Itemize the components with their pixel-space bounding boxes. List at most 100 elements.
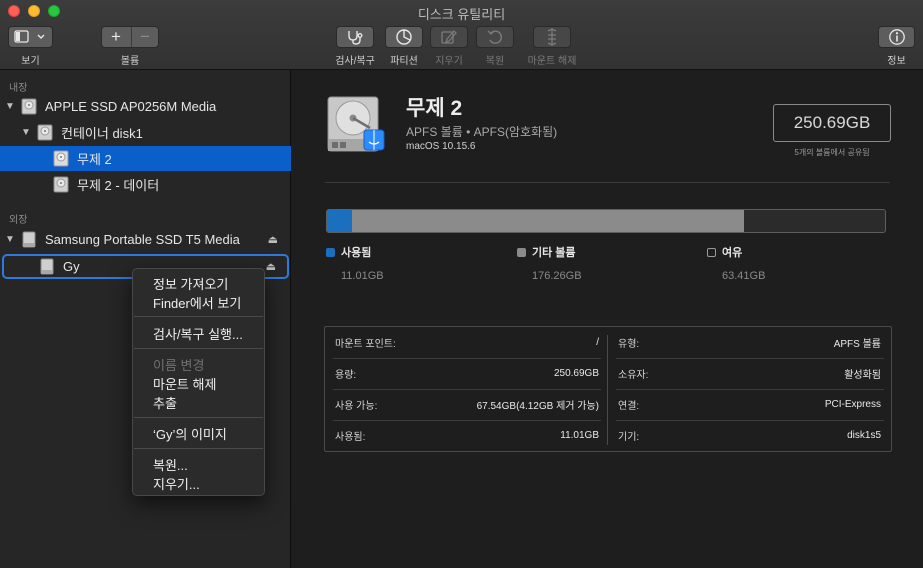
- volume-title: 무제 2: [406, 97, 463, 120]
- volume-os-version: macOS 10.15.6: [406, 141, 476, 152]
- volume-hard-drive-icon: [327, 96, 385, 152]
- legend-other-value: 176.26GB: [532, 270, 582, 282]
- volume-label: 볼륨: [120, 56, 140, 67]
- legend-used-value: 11.01GB: [341, 270, 384, 282]
- view-button[interactable]: [8, 26, 53, 48]
- sidebar-item-untitled-2-data[interactable]: 무제 2 - 데이터: [0, 172, 291, 197]
- partition-button[interactable]: [385, 26, 423, 48]
- info-key: 사용됨:: [335, 432, 366, 443]
- menu-separator: [134, 417, 263, 418]
- volume-segmented: + −: [101, 26, 159, 48]
- info-mount-point: 마운트 포인트: /: [335, 327, 599, 358]
- disclosure-triangle-icon[interactable]: ▼: [5, 234, 15, 245]
- disclosure-triangle-icon[interactable]: ▼: [21, 127, 31, 138]
- divider: [607, 335, 608, 445]
- internal-section-header: 내장: [9, 83, 28, 94]
- sidebar-item-samsung-t5[interactable]: ▼ Samsung Portable SSD T5 Media ⏏: [0, 227, 291, 252]
- erase-button[interactable]: [430, 26, 468, 48]
- menu-separator: [134, 348, 263, 349]
- info-owners: 소유자: 활성화됨: [618, 358, 881, 389]
- divider: [333, 389, 601, 390]
- context-menu: 정보 가져오기 Finder에서 보기 검사/복구 실행... 이름 변경 마운…: [132, 268, 265, 496]
- sidebar-item-label: 무제 2: [77, 152, 112, 167]
- sidebar-item-label: 무제 2 - 데이터: [77, 178, 160, 193]
- divider: [616, 420, 884, 421]
- first-aid-button[interactable]: [336, 26, 374, 48]
- volume-type: APFS 볼륨 • APFS(암호화됨): [406, 125, 558, 139]
- menu-item-get-info[interactable]: 정보 가져오기: [153, 274, 228, 293]
- sidebar-item-label: 컨테이너 disk1: [61, 126, 143, 141]
- used-swatch: [326, 248, 335, 257]
- legend-other-volumes: 기타 볼륨 176.26GB: [517, 243, 582, 282]
- volume-disk-icon: [53, 150, 69, 167]
- info-capacity: 용량: 250.69GB: [335, 358, 599, 389]
- volume-capacity-box: 250.69GB: [773, 104, 891, 142]
- usage-bar-used-segment: [327, 210, 352, 232]
- restore-button[interactable]: [476, 26, 514, 48]
- menu-item-rename: 이름 변경: [153, 358, 205, 373]
- restore-arrow-icon: [487, 30, 502, 44]
- volume-info-table: 마운트 포인트: / 용량: 250.69GB 사용 가능: 67.54GB(4…: [324, 326, 892, 452]
- unmount-label: 마운트 해제: [527, 56, 577, 67]
- free-swatch: [707, 248, 716, 257]
- info-key: 마운트 포인트:: [335, 339, 396, 350]
- legend-used-name: 사용됨: [341, 247, 372, 259]
- info-value: 67.54GB(4.12GB 제거 가능): [476, 401, 599, 412]
- divider: [616, 358, 884, 359]
- info-value: 250.69GB: [553, 368, 599, 379]
- sidebar-item-apple-ssd[interactable]: ▼ APPLE SSD AP0256M Media: [0, 94, 291, 119]
- eject-icon[interactable]: ⏏: [266, 260, 276, 273]
- sidebar-item-label: Gy: [63, 259, 80, 274]
- volume-capacity: 250.69GB: [793, 113, 871, 132]
- sidebar-icon: [13, 30, 44, 43]
- divider: [325, 182, 890, 183]
- external-section-header: 외장: [9, 215, 28, 226]
- menu-item-show-in-finder[interactable]: Finder에서 보기: [153, 293, 241, 312]
- menu-item-unmount[interactable]: 마운트 해제: [153, 374, 216, 393]
- usage-bar-other-volumes-segment: [351, 210, 744, 232]
- info-type: 유형: APFS 볼륨: [618, 327, 881, 358]
- detail-panel: 무제 2 APFS 볼륨 • APFS(암호화됨) macOS 10.15.6 …: [292, 70, 923, 568]
- container-disk-icon: [37, 124, 53, 141]
- menu-item-image-from-gy[interactable]: ‘Gy’의 이미지: [153, 424, 227, 443]
- legend-free-value: 63.41GB: [722, 270, 766, 282]
- disclosure-triangle-icon[interactable]: ▼: [5, 101, 15, 112]
- sidebar-item-label: Samsung Portable SSD T5 Media: [45, 232, 240, 247]
- info-used: 사용됨: 11.01GB: [335, 420, 599, 451]
- info-value: 11.01GB: [560, 430, 599, 441]
- legend-other-name: 기타 볼륨: [532, 247, 576, 259]
- menu-item-restore[interactable]: 복원...: [153, 455, 188, 474]
- external-volume-icon: [40, 258, 54, 275]
- info-key: 용량:: [335, 370, 357, 381]
- divider: [616, 389, 884, 390]
- info-value: disk1s5: [847, 430, 881, 441]
- info-label: 정보: [887, 56, 906, 67]
- divider: [333, 358, 601, 359]
- toolbar: 디스크 유틸리티 보기 + − 볼륨 검사/복구 파티션 지우기 복원 마운트 …: [0, 0, 923, 70]
- other-volumes-swatch: [517, 248, 526, 257]
- menu-item-eject[interactable]: 추출: [153, 393, 177, 412]
- info-button[interactable]: [878, 26, 915, 48]
- sidebar-item-label: APPLE SSD AP0256M Media: [45, 99, 217, 114]
- info-key: 연결:: [618, 401, 640, 412]
- info-connection: 연결: PCI-Express: [618, 389, 881, 420]
- add-volume-button[interactable]: +: [102, 27, 131, 47]
- sidebar-item-container-disk1[interactable]: ▼ 컨테이너 disk1: [0, 120, 291, 145]
- partition-pie-icon: [396, 29, 412, 45]
- restore-label: 복원: [485, 56, 505, 67]
- window-title: 디스크 유틸리티: [417, 7, 506, 22]
- remove-volume-button[interactable]: −: [130, 27, 159, 47]
- eject-icon[interactable]: ⏏: [268, 233, 278, 246]
- unmount-icon: [547, 28, 557, 46]
- erase-pencil-icon: [441, 30, 457, 44]
- menu-item-erase[interactable]: 지우기...: [153, 474, 200, 493]
- info-value: 활성화됨: [844, 370, 881, 381]
- unmount-button[interactable]: [533, 26, 571, 48]
- info-key: 유형:: [618, 339, 640, 350]
- info-device: 기기: disk1s5: [618, 420, 881, 451]
- menu-item-run-first-aid[interactable]: 검사/복구 실행...: [153, 324, 243, 343]
- volume-disk-icon: [53, 176, 69, 193]
- info-key: 기기:: [618, 432, 640, 443]
- shared-volumes-note: 5개의 볼륨에서 공유됨: [794, 148, 870, 157]
- sidebar-item-untitled-2[interactable]: 무제 2: [0, 146, 291, 171]
